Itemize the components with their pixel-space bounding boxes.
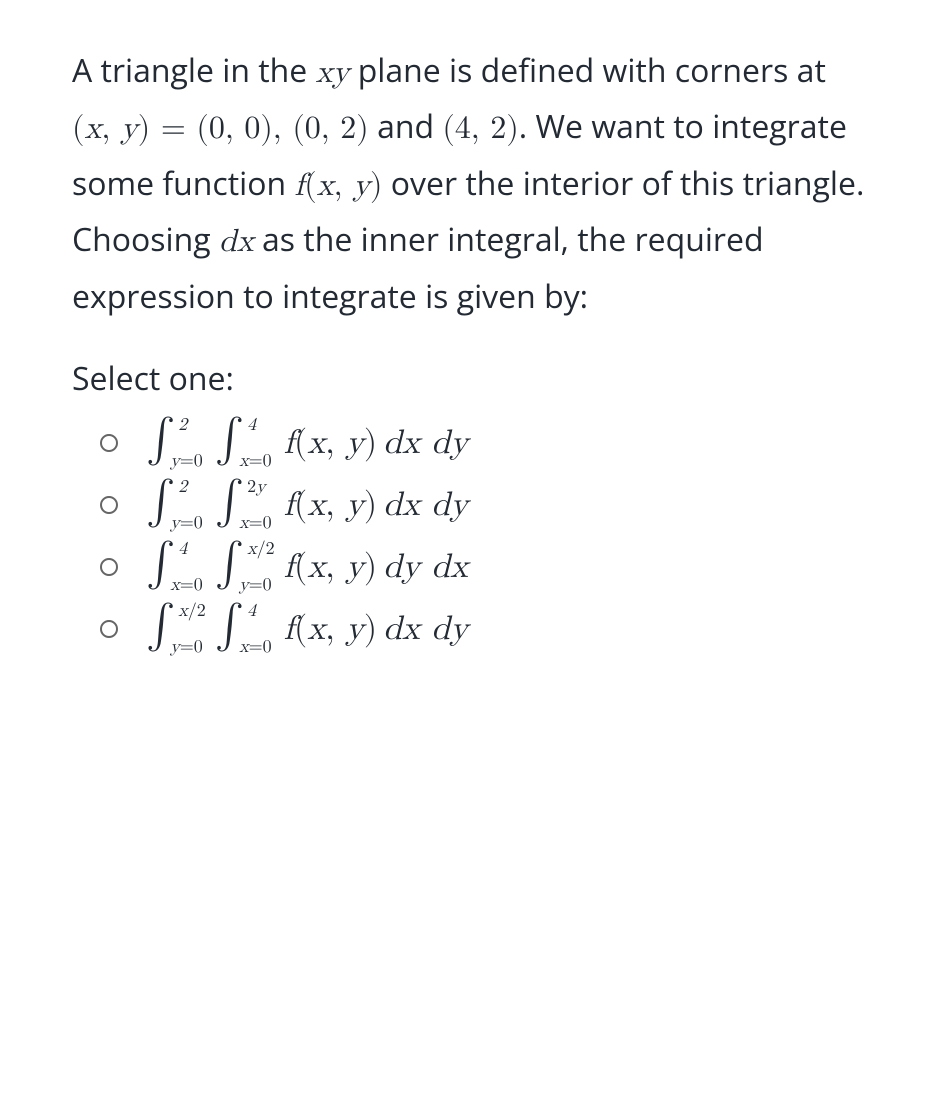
inner-bounds: x/2 y=0 <box>245 544 284 590</box>
option-2-expression: ∫ 2 y=0 ∫ 2y x=0 f(x, y) dx dy <box>146 482 468 528</box>
integrand: f(x, y) <box>284 488 378 522</box>
outer-bounds: 2 y=0 <box>176 420 215 466</box>
question-paragraph-1: A triangle in the xy plane is defined wi… <box>72 44 869 213</box>
option-2[interactable]: ∫ 2 y=0 ∫ 2y x=0 f(x, y) dx dy <box>72 474 869 536</box>
outer-bounds: 2 y=0 <box>176 482 215 528</box>
differentials: dx dy <box>377 612 468 646</box>
integrand: f(x, y) <box>284 550 378 584</box>
radio-icon[interactable] <box>100 620 118 638</box>
inner-bounds: 4 x=0 <box>245 420 284 466</box>
option-4[interactable]: ∫ x/2 y=0 ∫ 4 x=0 f(x, y) dx dy <box>72 598 869 660</box>
outer-bounds: x/2 y=0 <box>176 606 215 652</box>
differentials: dy dx <box>377 550 468 584</box>
outer-bounds: 4 x=0 <box>176 544 215 590</box>
option-4-expression: ∫ x/2 y=0 ∫ 4 x=0 f(x, y) dx dy <box>146 606 468 652</box>
option-1[interactable]: ∫ 2 y=0 ∫ 4 x=0 f(x, y) dx dy <box>72 412 869 474</box>
radio-icon[interactable] <box>100 434 118 452</box>
option-3[interactable]: ∫ 4 x=0 ∫ x/2 y=0 f(x, y) dy dx <box>72 536 869 598</box>
inner-bounds: 2y x=0 <box>245 482 284 528</box>
radio-icon[interactable] <box>100 558 118 576</box>
integrand: f(x, y) <box>284 612 378 646</box>
option-1-expression: ∫ 2 y=0 ∫ 4 x=0 f(x, y) dx dy <box>146 420 468 466</box>
differentials: dx dy <box>377 426 468 460</box>
radio-icon[interactable] <box>100 496 118 514</box>
integrand: f(x, y) <box>284 426 378 460</box>
question-paragraph-2: Choosing dx as the inner integral, the r… <box>72 213 869 324</box>
select-one-label: Select one: <box>72 352 869 406</box>
question-container: A triangle in the xy plane is defined wi… <box>0 0 929 720</box>
differentials: dx dy <box>377 488 468 522</box>
option-3-expression: ∫ 4 x=0 ∫ x/2 y=0 f(x, y) dy dx <box>146 544 468 590</box>
inner-bounds: 4 x=0 <box>245 606 284 652</box>
options-list: ∫ 2 y=0 ∫ 4 x=0 f(x, y) dx dy ∫ 2 <box>72 412 869 660</box>
